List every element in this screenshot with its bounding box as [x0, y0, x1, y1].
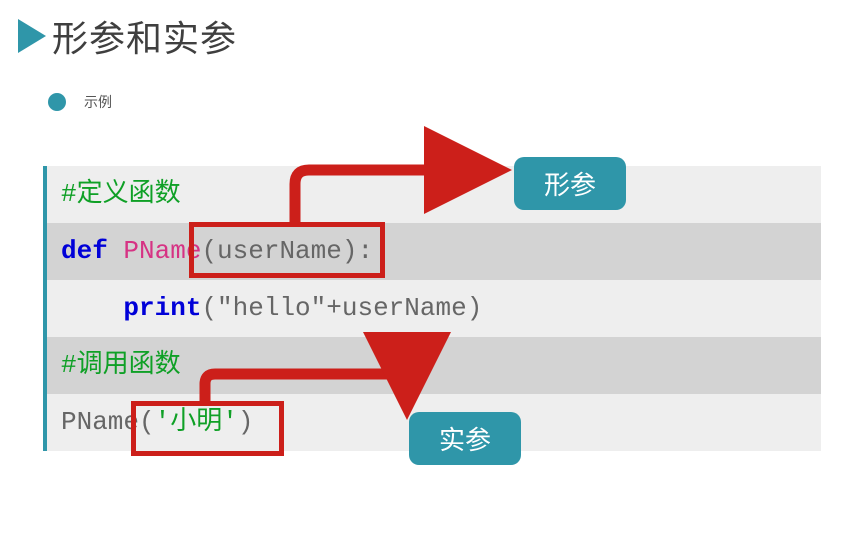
- str-hello: "hello": [217, 293, 326, 323]
- comment-call: #调用函数: [61, 350, 181, 380]
- indent: [61, 293, 123, 323]
- label-formal: 形参: [514, 157, 626, 210]
- arrow-to-formal: [275, 156, 515, 226]
- var-user: userName: [342, 293, 467, 323]
- arrow-to-actual: [185, 368, 425, 438]
- print-kw: print: [123, 293, 201, 323]
- code-line-def: def PName(userName):: [47, 223, 821, 280]
- highlight-formal-param: [189, 222, 385, 278]
- bullet-icon: [48, 93, 66, 111]
- code-line-print: print("hello"+userName): [47, 280, 821, 337]
- subtitle-row: 示例: [0, 62, 843, 112]
- play-icon: [18, 19, 46, 53]
- comment-define: #定义函数: [61, 179, 181, 209]
- print-open: (: [201, 293, 217, 323]
- slide-title-row: 形参和实参: [0, 0, 843, 62]
- subtitle-text: 示例: [84, 92, 112, 112]
- code-line-comment-call: #调用函数: [47, 337, 821, 394]
- plus-op: +: [326, 293, 342, 323]
- slide-title: 形参和实参: [52, 10, 237, 62]
- print-close: ): [467, 293, 483, 323]
- label-actual: 实参: [409, 412, 521, 465]
- kw-def: def: [61, 236, 123, 266]
- call-fn: PName: [61, 407, 139, 437]
